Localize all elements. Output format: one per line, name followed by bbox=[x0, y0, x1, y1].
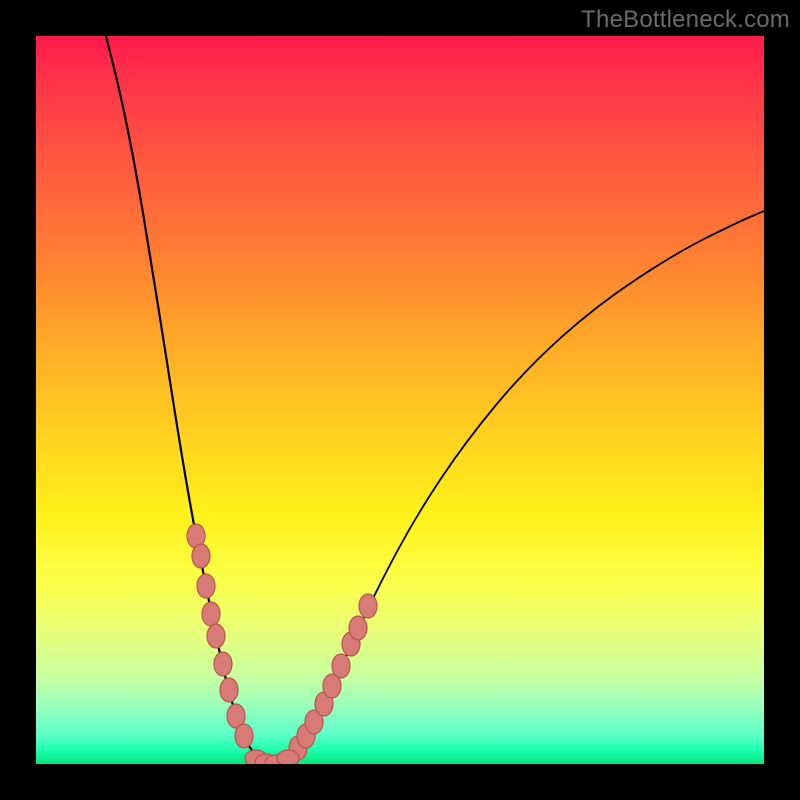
data-marker bbox=[202, 602, 220, 626]
data-marker bbox=[192, 544, 210, 568]
plot-area bbox=[36, 36, 764, 764]
data-markers bbox=[187, 524, 377, 764]
data-marker bbox=[349, 616, 367, 640]
data-marker bbox=[277, 750, 299, 764]
data-marker bbox=[214, 652, 232, 676]
data-marker bbox=[235, 724, 253, 748]
data-marker bbox=[197, 574, 215, 598]
data-marker bbox=[359, 594, 377, 618]
data-marker bbox=[332, 654, 350, 678]
bottleneck-curve bbox=[36, 36, 764, 764]
data-marker bbox=[220, 678, 238, 702]
data-marker bbox=[207, 624, 225, 648]
watermark-text: TheBottleneck.com bbox=[581, 6, 790, 34]
chart-frame: TheBottleneck.com bbox=[0, 0, 800, 800]
